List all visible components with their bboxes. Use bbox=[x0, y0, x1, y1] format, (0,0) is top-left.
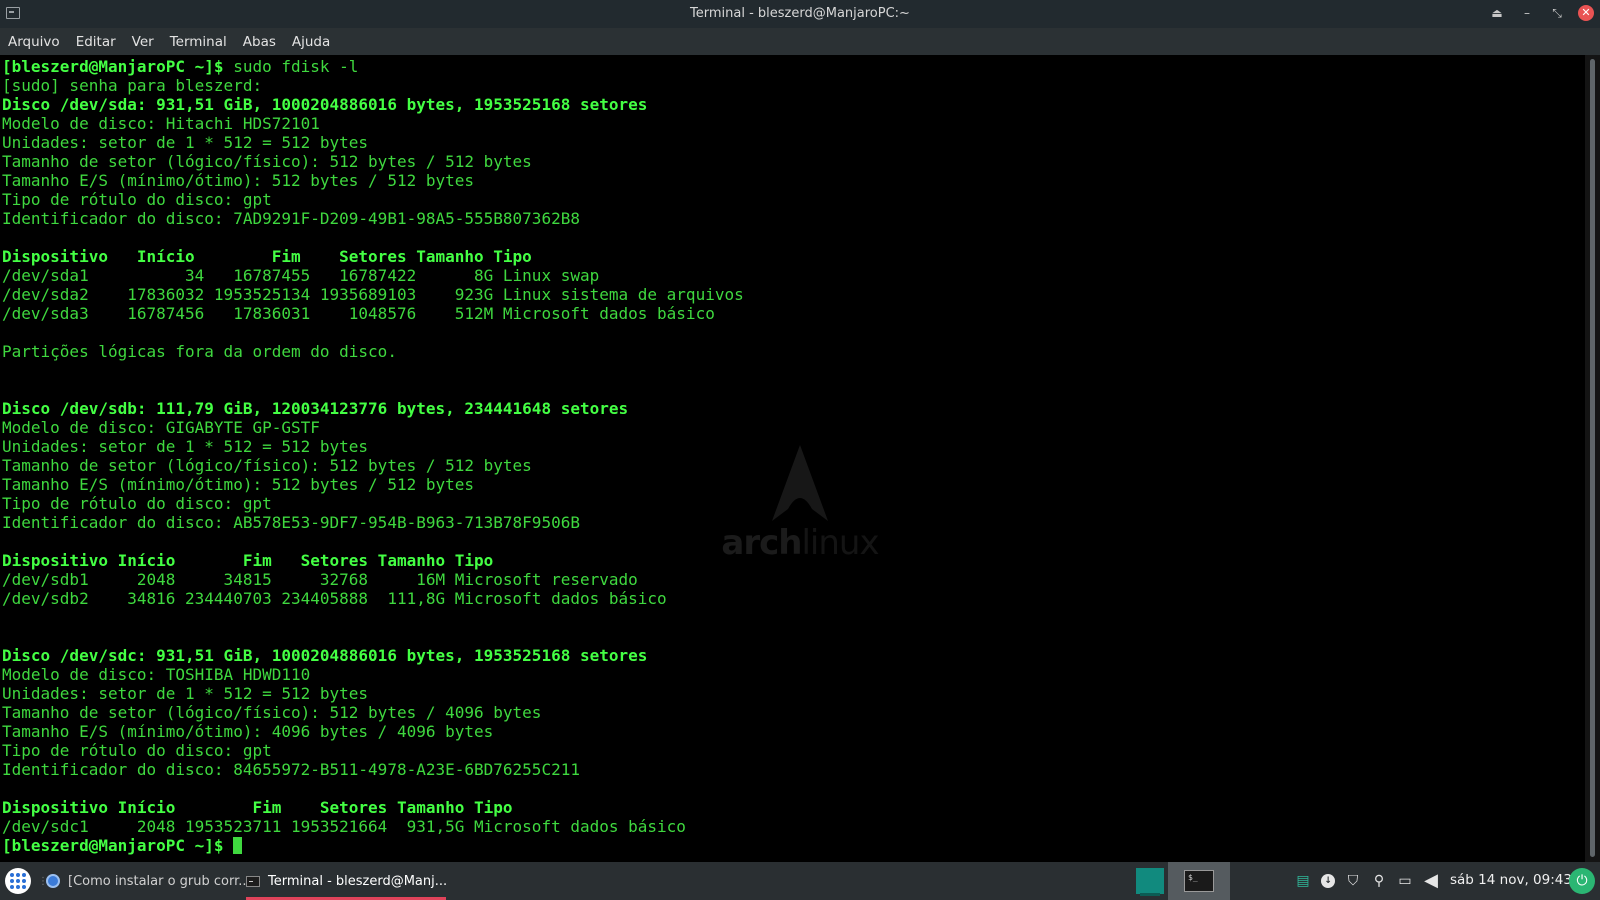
taskbar: ⋮ [Como instalar o grub corr... Terminal… bbox=[0, 862, 1600, 900]
disk-header: Disco /dev/sdc: 931,51 GiB, 100020488601… bbox=[2, 646, 648, 665]
disk-info-line: Tamanho E/S (mínimo/ótimo): 512 bytes / … bbox=[2, 171, 475, 190]
system-tray: ▤ ↓ ⛉ ⚲ ▭ ◀ bbox=[1295, 862, 1439, 900]
disk-info-line: Unidades: setor de 1 * 512 = 512 bytes bbox=[2, 684, 369, 703]
disk-info-line: Modelo de disco: TOSHIBA HDWD110 bbox=[2, 665, 311, 684]
partition-row: /dev/sda2 17836032 1953525134 1935689103… bbox=[2, 285, 744, 304]
disk-info-line: Tamanho de setor (lógico/físico): 512 by… bbox=[2, 703, 542, 722]
clock[interactable]: sáb 14 nov, 09:43 bbox=[1450, 872, 1572, 888]
disk-info-line: Tipo de rótulo do disco: gpt bbox=[2, 190, 272, 209]
menu-ajuda[interactable]: Ajuda bbox=[284, 34, 338, 50]
disk-info-line: Identificador do disco: 84655972-B511-49… bbox=[2, 760, 580, 779]
disk-header: Disco /dev/sdb: 111,79 GiB, 120034123776… bbox=[2, 399, 629, 418]
partition-table-header: Dispositivo Início Fim Setores Tamanho T… bbox=[2, 247, 532, 266]
partition-table-header: Dispositivo Início Fim Setores Tamanho T… bbox=[2, 798, 513, 817]
scrollbar-thumb[interactable] bbox=[1590, 59, 1595, 857]
menu-editar[interactable]: Editar bbox=[68, 34, 124, 50]
text-cursor bbox=[233, 837, 243, 854]
archlinux-logo: archlinux bbox=[720, 443, 880, 573]
terminal-icon bbox=[246, 875, 260, 887]
menu-bar: Arquivo Editar Ver Terminal Abas Ajuda bbox=[0, 28, 1600, 55]
disk-info-line: Identificador do disco: 7AD9291F-D209-49… bbox=[2, 209, 580, 228]
menu-arquivo[interactable]: Arquivo bbox=[0, 34, 68, 50]
power-icon[interactable]: ⏻ bbox=[1569, 868, 1595, 894]
terminal-area[interactable]: archlinux [bleszerd@ManjaroPC ~]$ sudo f… bbox=[0, 55, 1585, 862]
app-menu-icon[interactable] bbox=[5, 868, 31, 894]
browser-icon bbox=[46, 874, 60, 888]
shield-icon[interactable]: ⛉ bbox=[1345, 873, 1361, 889]
screen-icon[interactable]: ▭ bbox=[1397, 873, 1413, 889]
terminal-output: [bleszerd@ManjaroPC ~]$ sudo fdisk -l [s… bbox=[2, 57, 744, 855]
disk-info-line: Modelo de disco: Hitachi HDS72101 bbox=[2, 114, 320, 133]
workspace-2[interactable]: $_ bbox=[1168, 862, 1230, 900]
partition-row: /dev/sdb2 34816 234440703 234405888 111,… bbox=[2, 589, 667, 608]
partition-row: /dev/sda3 16787456 17836031 1048576 512M… bbox=[2, 304, 715, 323]
sudo-prompt: [sudo] senha para bleszerd: bbox=[2, 76, 263, 95]
partition-table-header: Dispositivo Início Fim Setores Tamanho T… bbox=[2, 551, 494, 570]
partition-row: /dev/sdc1 2048 1953523711 1953521664 931… bbox=[2, 817, 686, 836]
partition-note: Partições lógicas fora da ordem do disco… bbox=[2, 342, 397, 361]
window-title: Terminal - bleszerd@ManjaroPC:~ bbox=[690, 6, 910, 21]
close-icon[interactable]: ✕ bbox=[1578, 5, 1594, 21]
disk-header: Disco /dev/sda: 931,51 GiB, 100020488601… bbox=[2, 95, 648, 114]
task-label: Terminal - bleszerd@Manj... bbox=[268, 873, 446, 889]
disk-info-line: Tipo de rótulo do disco: gpt bbox=[2, 494, 272, 513]
task-label: [Como instalar o grub corr... bbox=[68, 873, 246, 889]
minimize-icon[interactable]: – bbox=[1518, 4, 1536, 22]
menu-ver[interactable]: Ver bbox=[124, 34, 162, 50]
disk-info-line: Unidades: setor de 1 * 512 = 512 bytes bbox=[2, 437, 369, 456]
volume-icon[interactable]: ◀ bbox=[1423, 872, 1439, 890]
maximize-icon[interactable]: ⤡ bbox=[1548, 4, 1566, 22]
network-icon[interactable]: ▤ bbox=[1295, 873, 1311, 889]
disk-info-line: Tamanho E/S (mínimo/ótimo): 4096 bytes /… bbox=[2, 722, 494, 741]
prompt: [bleszerd@ManjaroPC ~]$ bbox=[2, 57, 234, 76]
disk-info-line: Tamanho de setor (lógico/físico): 512 by… bbox=[2, 456, 532, 475]
disk-info-line: Tamanho E/S (mínimo/ótimo): 512 bytes / … bbox=[2, 475, 475, 494]
window-titlebar[interactable]: Terminal - bleszerd@ManjaroPC:~ ⏏ – ⤡ ✕ bbox=[0, 0, 1600, 28]
menu-abas[interactable]: Abas bbox=[235, 34, 284, 50]
window-controls: ⏏ – ⤡ ✕ bbox=[1488, 4, 1594, 22]
shade-icon[interactable]: ⏏ bbox=[1488, 4, 1506, 22]
disk-info-line: Identificador do disco: AB578E53-9DF7-95… bbox=[2, 513, 580, 532]
disk-info-line: Modelo de disco: GIGABYTE GP-GSTF bbox=[2, 418, 320, 437]
archlinux-wordmark: archlinux bbox=[721, 523, 879, 563]
task-browser[interactable]: [Como instalar o grub corr... bbox=[46, 862, 246, 900]
paperclip-icon[interactable]: ⚲ bbox=[1371, 873, 1387, 889]
partition-row: /dev/sda1 34 16787455 16787422 8G Linux … bbox=[2, 266, 600, 285]
disk-info-line: Unidades: setor de 1 * 512 = 512 bytes bbox=[2, 133, 369, 152]
workspace-1[interactable] bbox=[1136, 868, 1164, 896]
arch-logo-icon bbox=[772, 445, 828, 521]
prompt: [bleszerd@ManjaroPC ~]$ bbox=[2, 836, 234, 855]
disk-info-line: Tamanho de setor (lógico/físico): 512 by… bbox=[2, 152, 532, 171]
terminal-scrollbar[interactable] bbox=[1585, 55, 1600, 862]
terminal-window-icon: $_ bbox=[1184, 870, 1214, 892]
command-text: sudo fdisk -l bbox=[233, 57, 359, 76]
menu-terminal[interactable]: Terminal bbox=[162, 34, 235, 50]
task-terminal[interactable]: Terminal - bleszerd@Manj... bbox=[246, 862, 446, 900]
disk-info-line: Tipo de rótulo do disco: gpt bbox=[2, 741, 272, 760]
update-icon[interactable]: ↓ bbox=[1321, 874, 1335, 888]
partition-row: /dev/sdb1 2048 34815 32768 16M Microsoft… bbox=[2, 570, 638, 589]
